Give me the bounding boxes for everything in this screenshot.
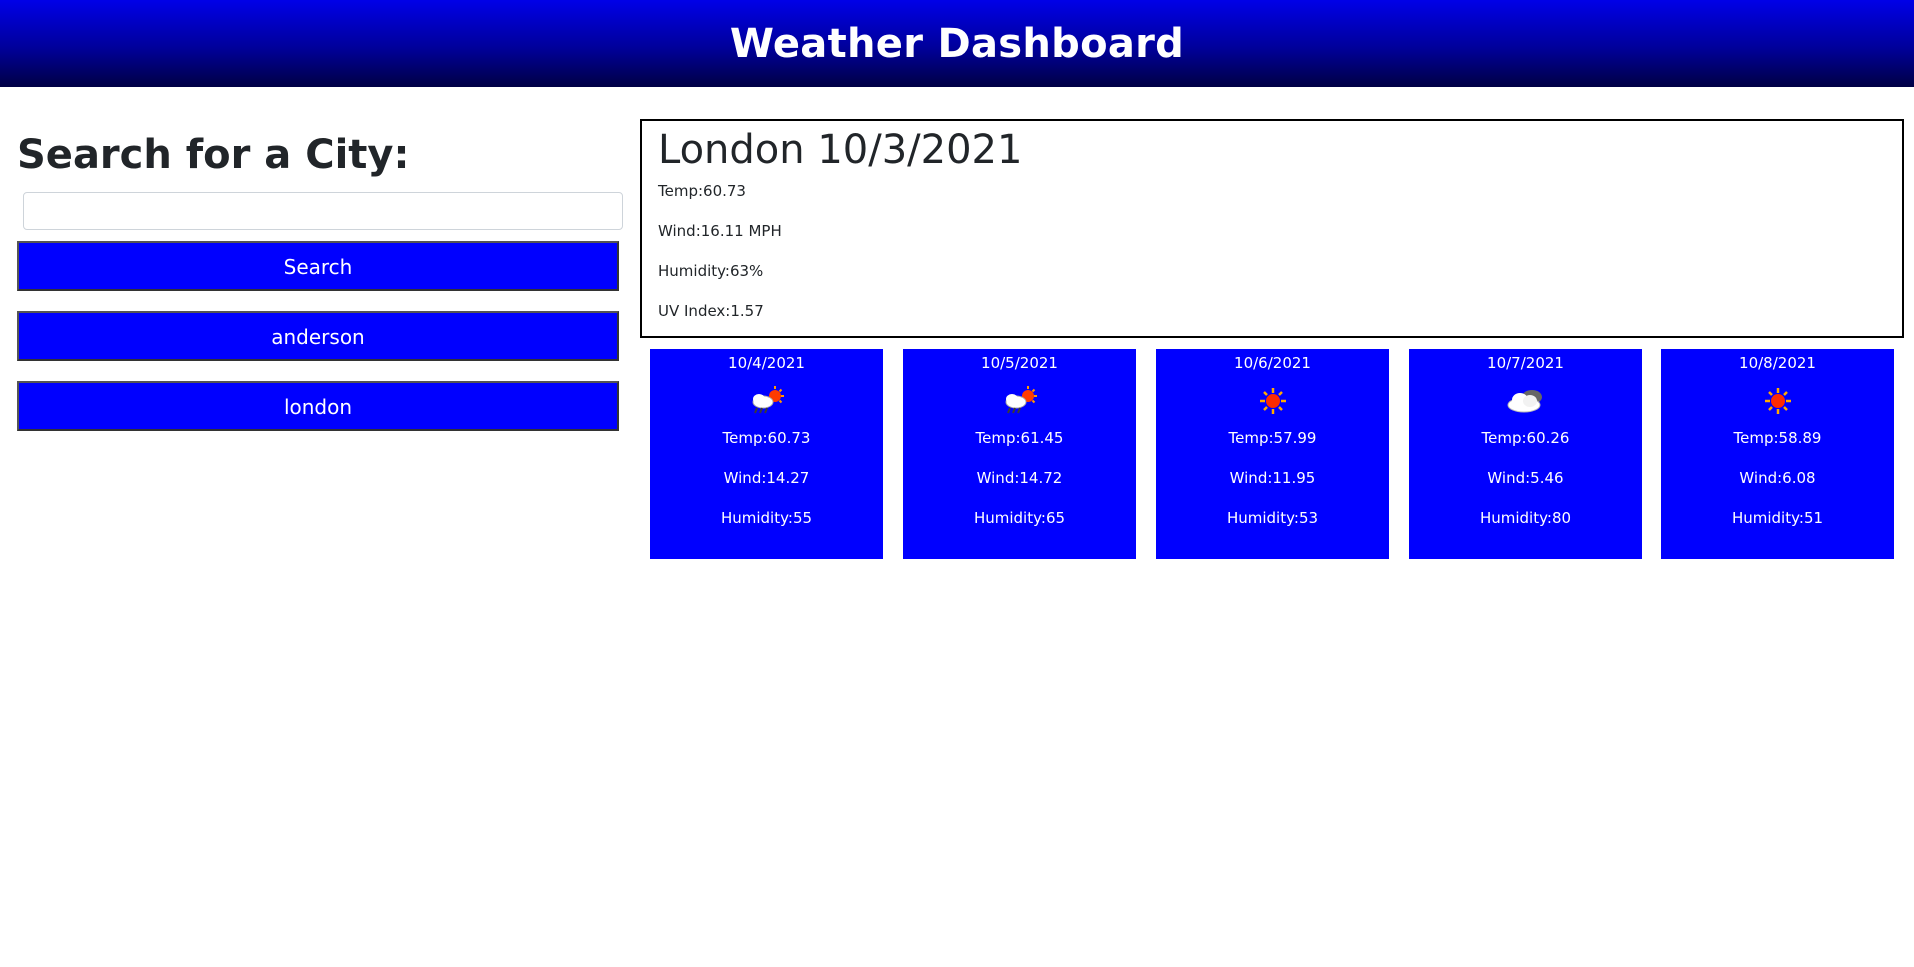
- forecast-card: 10/5/2021 Temp:61.45 Wind:14.72 Humidity…: [903, 349, 1136, 559]
- forecast-temp: Temp:60.73: [722, 429, 811, 447]
- forecast-wind: Wind:6.08: [1739, 469, 1816, 487]
- forecast-card: 10/6/2021 Temp:57.99 Wind:11.95 Humidity…: [1156, 349, 1389, 559]
- current-city-date: London 10/3/2021: [658, 127, 1023, 173]
- current-wind: Wind:16.11 MPH: [658, 222, 782, 240]
- forecast-date: 10/5/2021: [981, 354, 1058, 372]
- page-title: Weather Dashboard: [729, 20, 1185, 67]
- forecast-temp: Temp:57.99: [1228, 429, 1317, 447]
- forecast-date: 10/7/2021: [1487, 354, 1564, 372]
- app-header: Weather Dashboard: [0, 0, 1914, 87]
- forecast-humidity: Humidity:53: [1226, 509, 1319, 527]
- forecast-date: 10/6/2021: [1234, 354, 1311, 372]
- sun-icon: [1156, 374, 1389, 428]
- forecast-humidity: Humidity:65: [973, 509, 1066, 527]
- forecast-wind: Wind:14.72: [976, 469, 1063, 487]
- forecast-humidity: Humidity:51: [1731, 509, 1824, 527]
- forecast-wind: Wind:5.46: [1487, 469, 1564, 487]
- cloud-icon: [1409, 374, 1642, 428]
- forecast-humidity: Humidity:80: [1479, 509, 1572, 527]
- history-button-anderson[interactable]: anderson: [17, 311, 619, 361]
- forecast-card: 10/4/2021 Temp:60.73 Wind:14.27 Humidity…: [650, 349, 883, 559]
- current-humidity: Humidity:63%: [658, 262, 764, 280]
- forecast-temp: Temp:61.45: [975, 429, 1064, 447]
- rain-sun-icon: [903, 374, 1136, 428]
- forecast-card: 10/7/2021 Temp:60.26 Wind:5.46 Humidity:…: [1409, 349, 1642, 559]
- rain-sun-icon: [650, 374, 883, 428]
- forecast-temp: Temp:60.26: [1481, 429, 1570, 447]
- five-day-forecast: 10/4/2021 Temp:60.73 Wind:14.27 Humidity…: [650, 349, 1894, 559]
- forecast-humidity: Humidity:55: [720, 509, 813, 527]
- forecast-temp: Temp:58.89: [1733, 429, 1822, 447]
- current-weather-card: London 10/3/2021 Temp:60.73 Wind:16.11 M…: [640, 119, 1904, 338]
- forecast-card: 10/8/2021 Temp:58.89 Wind:6.08 Humidity:…: [1661, 349, 1894, 559]
- forecast-date: 10/4/2021: [728, 354, 805, 372]
- search-heading: Search for a City:: [17, 132, 410, 178]
- search-panel: Search for a City: Search anderson londo…: [17, 128, 623, 431]
- history-button-london[interactable]: london: [17, 381, 619, 431]
- current-uv-index: UV Index:1.57: [658, 302, 764, 320]
- forecast-wind: Wind:14.27: [723, 469, 810, 487]
- city-search-input[interactable]: [23, 192, 623, 230]
- forecast-wind: Wind:11.95: [1229, 469, 1316, 487]
- search-button[interactable]: Search: [17, 241, 619, 291]
- forecast-date: 10/8/2021: [1739, 354, 1816, 372]
- current-temp: Temp:60.73: [658, 182, 746, 200]
- sun-icon: [1661, 374, 1894, 428]
